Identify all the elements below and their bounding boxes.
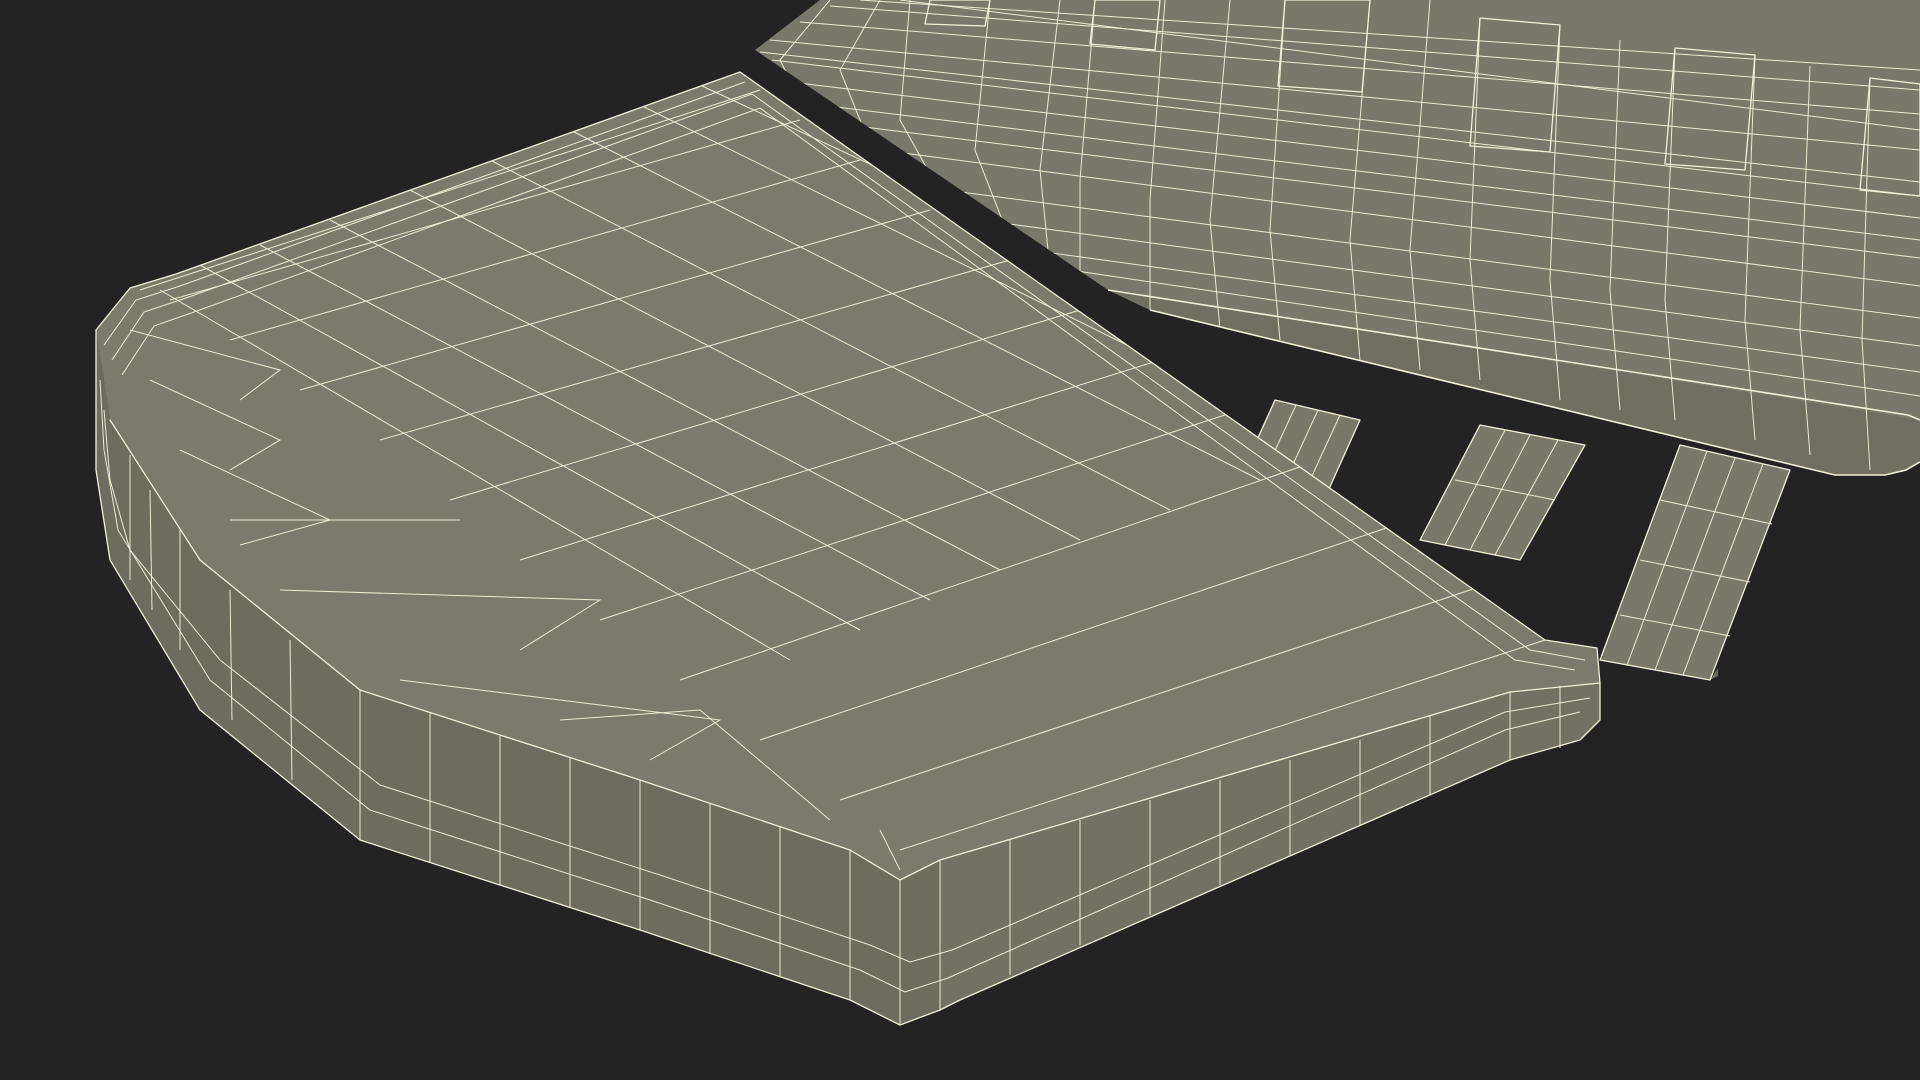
3d-viewport[interactable]: [0, 0, 1920, 1080]
backrest-slat-3: [1599, 444, 1791, 681]
backrest-slat-2: [1419, 424, 1586, 561]
